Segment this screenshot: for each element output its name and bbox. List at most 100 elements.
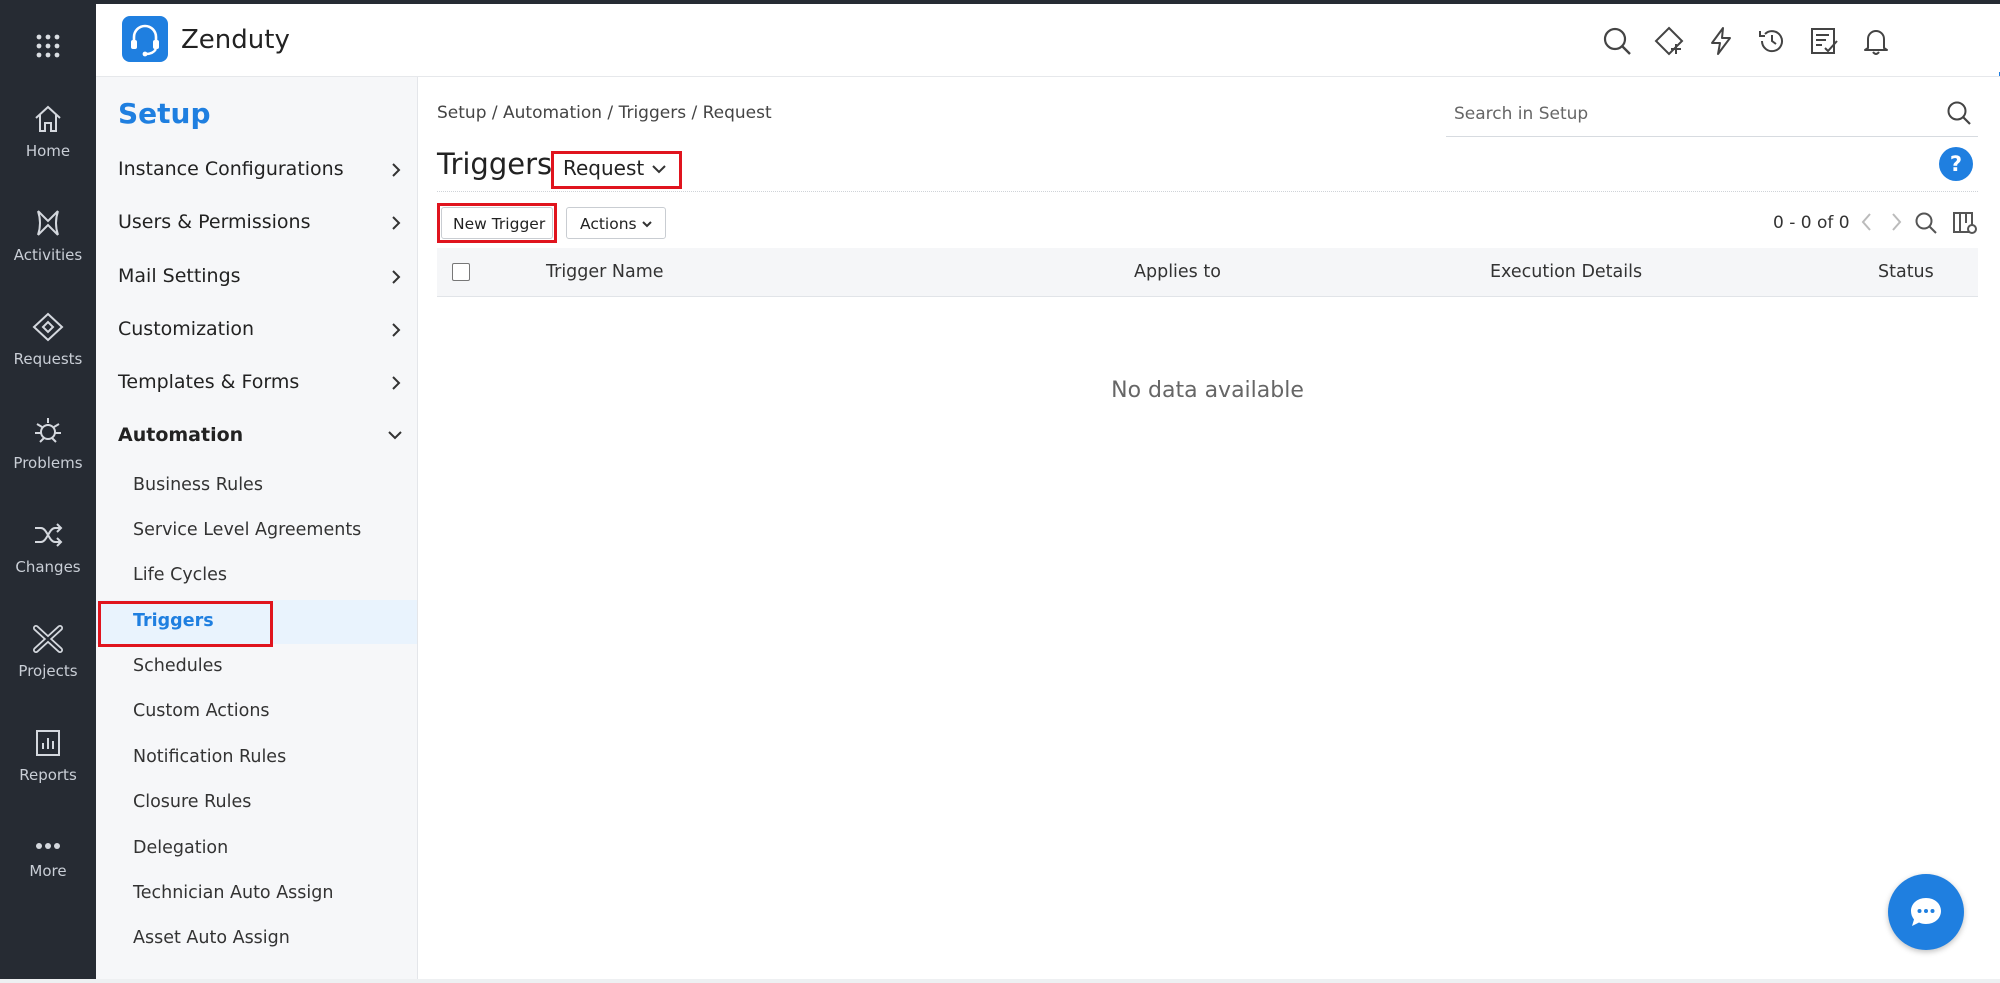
nav-activities[interactable]: Activities: [0, 208, 96, 298]
automation-item-delegation[interactable]: Delegation: [96, 827, 417, 871]
nav-problems[interactable]: Problems: [0, 416, 96, 506]
new-trigger-highlight-box: [437, 203, 557, 243]
chat-button[interactable]: [1888, 874, 1964, 950]
triggers-highlight-box: [98, 601, 273, 647]
automation-item-label: Notification Rules: [133, 747, 287, 767]
setup-search: [1446, 92, 1978, 137]
select-all-checkbox[interactable]: [452, 263, 470, 281]
setup-sidebar: Setup Instance Configurations Users & Pe…: [96, 77, 418, 979]
search-icon[interactable]: [1946, 100, 1972, 126]
automation-item-label: Business Rules: [133, 475, 263, 495]
problems-icon: [35, 418, 61, 443]
nav-projects[interactable]: Projects: [0, 624, 96, 714]
nav-home-label: Home: [25, 142, 71, 160]
column-settings-icon[interactable]: [1952, 211, 1978, 235]
setup-section-templates-forms[interactable]: Templates & Forms: [96, 359, 417, 409]
setup-section-customization[interactable]: Customization: [96, 306, 417, 356]
actions-label: Actions: [580, 215, 637, 233]
automation-item-label: Service Level Agreements: [133, 520, 362, 540]
chevron-right-icon: [392, 216, 401, 230]
reports-icon: [36, 730, 60, 756]
more-icon: [36, 843, 60, 849]
sidebar-scroll-fade: [96, 959, 417, 979]
nav-more[interactable]: More: [0, 838, 96, 928]
automation-item-label: Delegation: [133, 838, 229, 858]
bottom-strip: [0, 979, 2000, 983]
chevron-right-icon: [392, 163, 401, 177]
automation-item-schedules[interactable]: Schedules: [96, 645, 417, 689]
automation-item-service-level-agreements[interactable]: Service Level Agreements: [96, 509, 417, 553]
setup-title: Setup: [118, 97, 211, 130]
zenduty-logo[interactable]: [122, 16, 168, 62]
automation-item-label: Custom Actions: [133, 701, 270, 721]
setup-section-instance-configurations[interactable]: Instance Configurations: [96, 146, 417, 196]
quick-actions-icon[interactable]: [1706, 26, 1736, 56]
nav-requests-label: Requests: [13, 350, 83, 368]
chevron-right-icon: [392, 323, 401, 337]
nav-reports-label: Reports: [19, 766, 77, 784]
activities-icon: [37, 210, 59, 236]
nav-changes-label: Changes: [15, 558, 81, 576]
setup-search-input[interactable]: [1452, 100, 1916, 128]
section-label: Customization: [118, 318, 255, 340]
nav-activities-label: Activities: [13, 246, 83, 264]
automation-item-label: Schedules: [133, 656, 223, 676]
automation-item-technician-auto-assign[interactable]: Technician Auto Assign: [96, 872, 417, 916]
automation-item-label: Closure Rules: [133, 792, 252, 812]
ticket-add-icon[interactable]: [1654, 26, 1684, 56]
column-header-trigger-name[interactable]: Trigger Name: [546, 262, 664, 282]
brand-name: Zenduty: [181, 25, 290, 55]
projects-icon: [33, 625, 63, 653]
nav-home[interactable]: Home: [0, 104, 96, 194]
module-select-highlight-box: [551, 151, 682, 189]
history-icon[interactable]: [1757, 26, 1787, 56]
nav-projects-label: Projects: [18, 662, 78, 680]
actions-button[interactable]: Actions: [566, 207, 666, 239]
nav-requests[interactable]: Requests: [0, 312, 96, 402]
empty-state-message: No data available: [1111, 378, 1304, 403]
notifications-icon[interactable]: [1861, 26, 1891, 56]
automation-item-notification-rules[interactable]: Notification Rules: [96, 736, 417, 780]
chevron-right-icon: [392, 270, 401, 284]
column-header-execution-details[interactable]: Execution Details: [1490, 262, 1642, 282]
automation-item-custom-actions[interactable]: Custom Actions: [96, 690, 417, 734]
title-divider: [437, 191, 1978, 192]
chevron-down-icon: [388, 431, 402, 440]
chat-icon: [1911, 898, 1941, 926]
home-icon: [35, 105, 61, 132]
chevron-left-icon[interactable]: [1858, 210, 1876, 234]
nav-changes[interactable]: Changes: [0, 520, 96, 610]
section-label: Mail Settings: [118, 265, 241, 287]
chevron-down-icon: [642, 221, 652, 228]
automation-item-life-cycles[interactable]: Life Cycles: [96, 554, 417, 598]
column-header-applies-to[interactable]: Applies to: [1134, 262, 1221, 282]
setup-section-mail-settings[interactable]: Mail Settings: [96, 253, 417, 303]
setup-section-automation[interactable]: Automation: [96, 412, 417, 462]
table-search-icon[interactable]: [1914, 211, 1938, 235]
global-search-icon[interactable]: [1602, 26, 1632, 56]
setup-section-users-permissions[interactable]: Users & Permissions: [96, 199, 417, 249]
app-launcher-icon[interactable]: [30, 30, 66, 62]
nav-problems-label: Problems: [13, 454, 83, 472]
tasks-icon[interactable]: [1809, 26, 1839, 56]
automation-item-business-rules[interactable]: Business Rules: [96, 464, 417, 508]
automation-item-label: Asset Auto Assign: [133, 928, 290, 948]
pager-count: 0 - 0 of 0: [1773, 213, 1850, 233]
chevron-right-icon: [392, 376, 401, 390]
nav-more-label: More: [29, 862, 67, 880]
automation-item-label: Life Cycles: [133, 565, 228, 585]
column-header-status[interactable]: Status: [1878, 262, 1934, 282]
left-nav-rail: Home Activities Requests Problems Change…: [0, 4, 96, 979]
automation-item-asset-auto-assign[interactable]: Asset Auto Assign: [96, 917, 417, 961]
section-label: Templates & Forms: [118, 371, 300, 393]
table-header: Trigger Name Applies to Execution Detail…: [437, 248, 1978, 297]
changes-icon: [35, 523, 63, 547]
nav-reports[interactable]: Reports: [0, 728, 96, 818]
chevron-right-icon[interactable]: [1887, 210, 1905, 234]
automation-item-closure-rules[interactable]: Closure Rules: [96, 781, 417, 825]
top-header: Zenduty: [96, 4, 2000, 77]
section-label: Instance Configurations: [118, 158, 344, 180]
section-label: Automation: [118, 424, 244, 446]
help-icon[interactable]: ?: [1939, 147, 1973, 181]
page-title: Triggers: [437, 147, 553, 181]
